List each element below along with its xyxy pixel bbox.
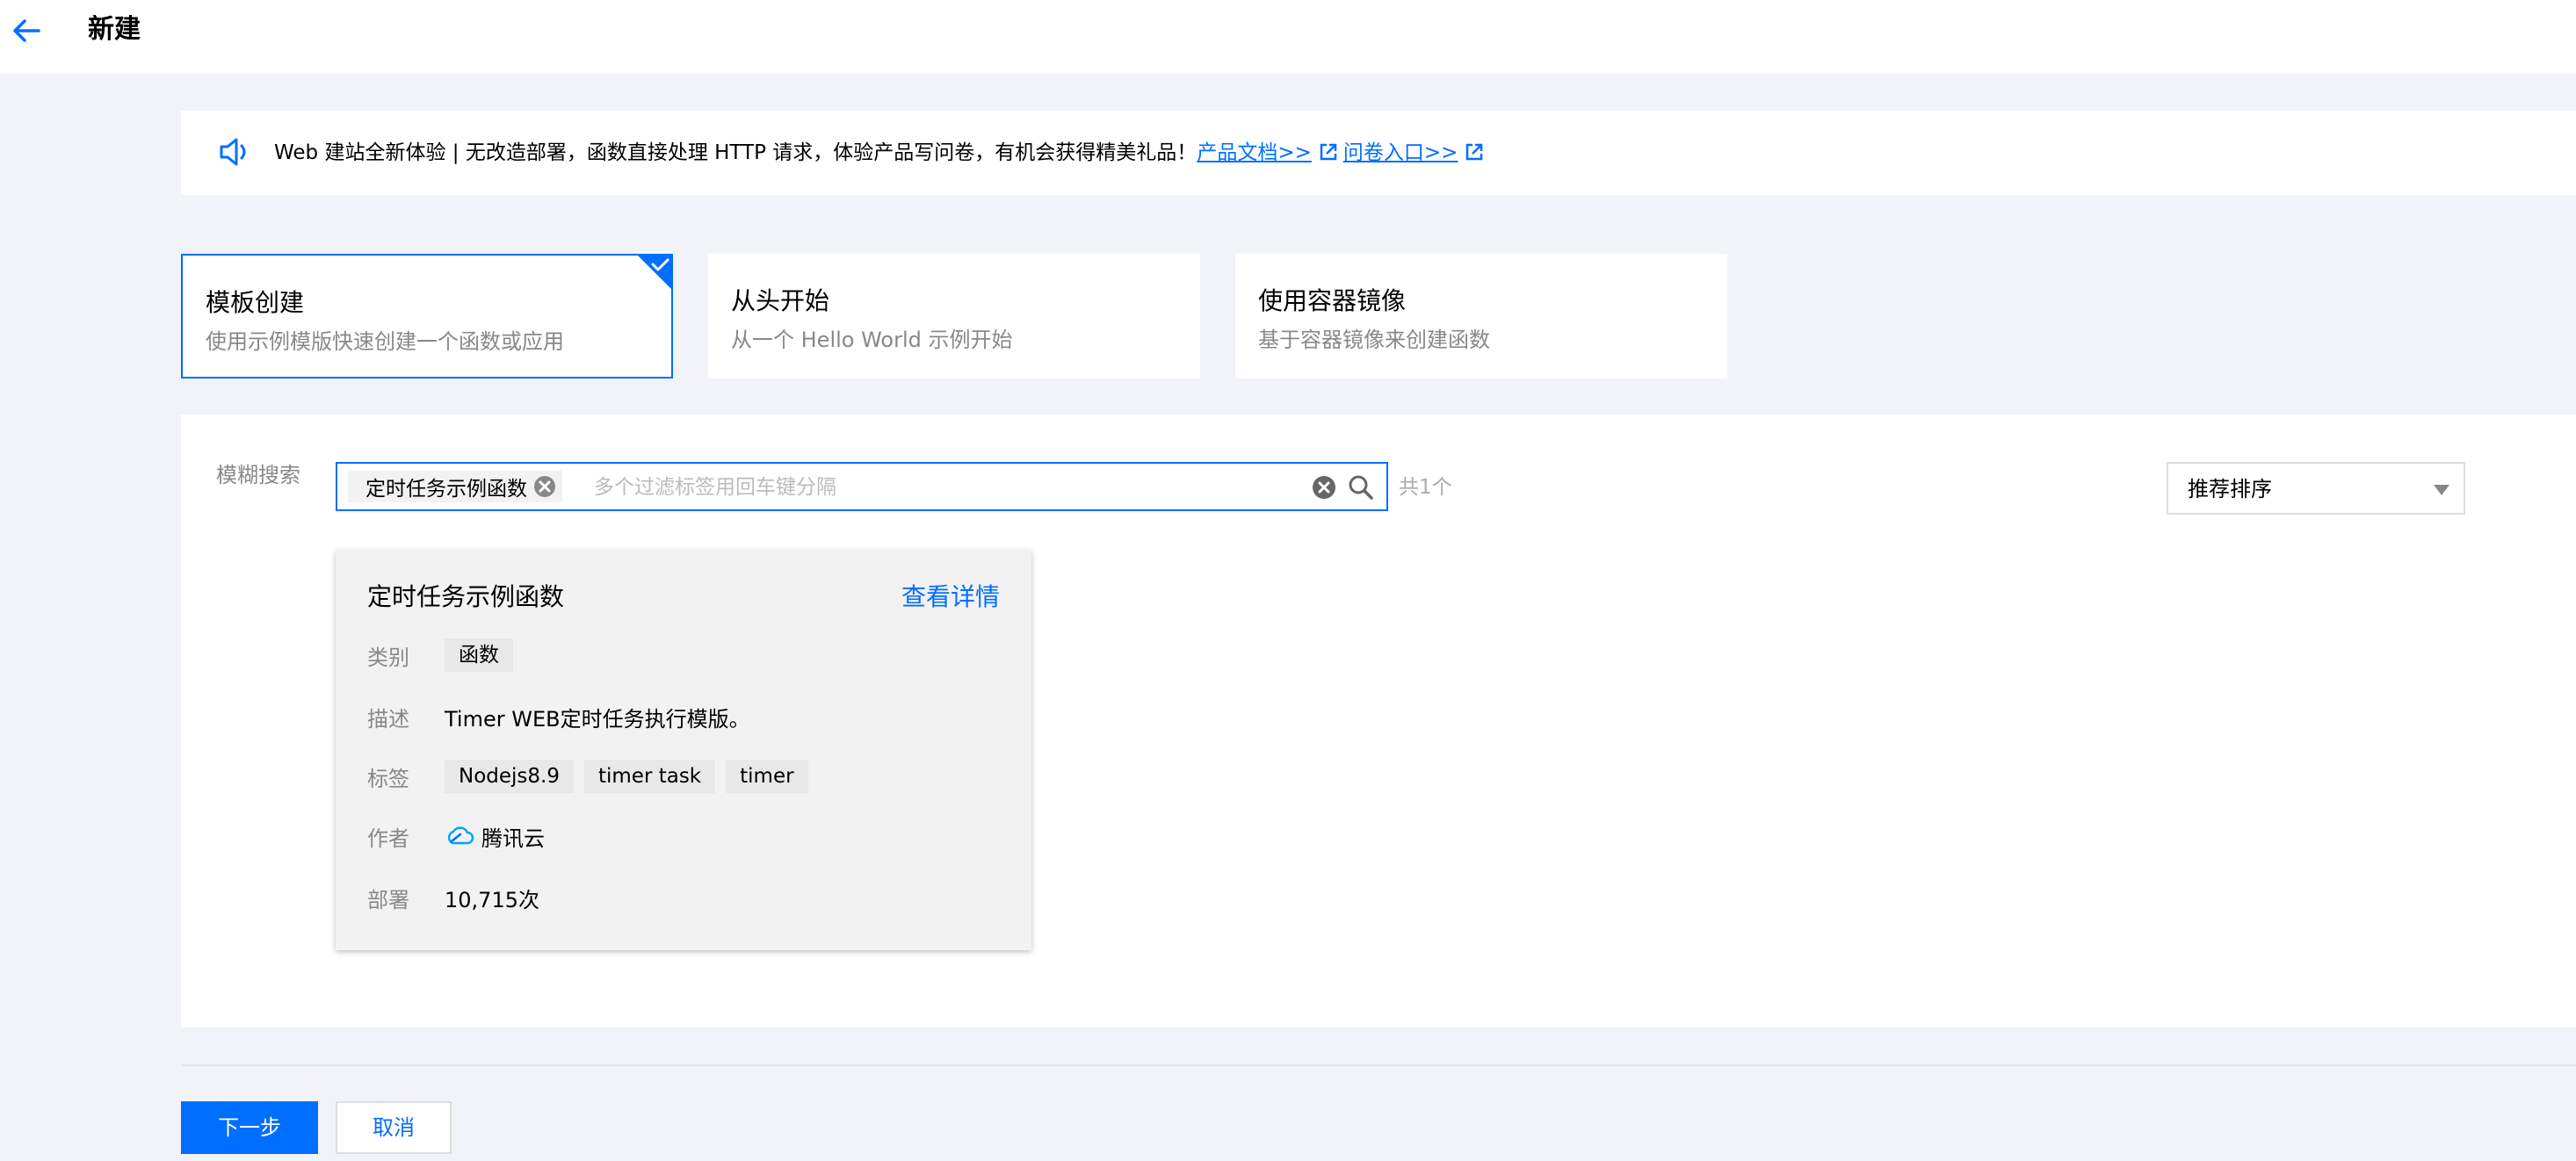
- template-card[interactable]: 定时任务示例函数 查看详情 类别 函数 描述 Timer WEB定时任务执行模版…: [336, 550, 1031, 950]
- mode-card-scratch[interactable]: 从头开始 从一个 Hello World 示例开始: [708, 254, 1200, 379]
- speaker-icon: [220, 138, 246, 166]
- category-row: 类别 函数: [367, 638, 524, 673]
- view-details-link[interactable]: 查看详情: [901, 580, 1000, 615]
- sort-select[interactable]: 推荐排序: [2167, 462, 2465, 515]
- filter-tag-label: 定时任务示例函数: [365, 478, 527, 501]
- check-corner-icon: [636, 254, 673, 291]
- footer-divider: [181, 1064, 2576, 1066]
- mode-card-container-image[interactable]: 使用容器镜像 基于容器镜像来创建函数: [1235, 254, 1727, 379]
- author-row: 作者 腾讯云: [367, 818, 545, 854]
- survey-link[interactable]: 问卷入口>>: [1343, 141, 1458, 164]
- next-button[interactable]: 下一步: [181, 1101, 318, 1154]
- mode-desc: 使用示例模版快速创建一个函数或应用: [206, 329, 564, 354]
- search-icon[interactable]: [1348, 474, 1374, 501]
- sort-value: 推荐排序: [2188, 477, 2272, 501]
- search-box[interactable]: 定时任务示例函数: [336, 462, 1388, 511]
- search-label: 模糊搜索: [216, 463, 300, 487]
- template-name: 定时任务示例函数: [367, 582, 565, 611]
- category-label: 类别: [367, 645, 409, 670]
- category-badge: 函数: [445, 638, 513, 672]
- external-link-icon[interactable]: [1319, 142, 1338, 162]
- author-label: 作者: [367, 826, 409, 851]
- tags-label: 标签: [367, 766, 409, 791]
- mode-desc: 从一个 Hello World 示例开始: [731, 328, 1013, 352]
- tag-pill: Nodejs8.9: [445, 760, 574, 793]
- page-title: 新建: [88, 14, 141, 45]
- docs-link[interactable]: 产品文档>>: [1197, 141, 1312, 164]
- tag-pill: timer task: [583, 760, 716, 793]
- mode-card-template[interactable]: 模板创建 使用示例模版快速创建一个函数或应用: [181, 254, 673, 379]
- search-input[interactable]: [592, 471, 1281, 504]
- arrow-left-icon[interactable]: [11, 18, 42, 44]
- deploy-count: 10,715次: [445, 887, 539, 912]
- cancel-button[interactable]: 取消: [336, 1101, 452, 1154]
- notice-text: Web 建站全新体验 | 无改造部署，函数直接处理 HTTP 请求，体验产品写问…: [274, 141, 1198, 164]
- mode-title: 使用容器镜像: [1258, 286, 1407, 315]
- deploy-label: 部署: [367, 887, 409, 912]
- clear-icon[interactable]: [1311, 474, 1337, 501]
- chevron-down-icon: [2434, 485, 2449, 495]
- remove-tag-icon[interactable]: [532, 474, 557, 499]
- mode-desc: 基于容器镜像来创建函数: [1258, 328, 1490, 352]
- tag-pill: timer: [726, 760, 808, 793]
- template-panel: 模糊搜索 定时任务示例函数 共1个 推荐排序 定时任务示例函数 查看详情 类别: [181, 415, 2576, 1028]
- mode-title: 模板创建: [206, 288, 305, 317]
- result-count: 共1个: [1399, 476, 1452, 499]
- desc-row: 描述 Timer WEB定时任务执行模版。: [367, 699, 750, 734]
- author-value: 腾讯云: [481, 826, 545, 851]
- cloud-icon: [447, 826, 474, 845]
- desc-label: 描述: [367, 706, 409, 732]
- external-link-icon[interactable]: [1465, 142, 1484, 162]
- mode-title: 从头开始: [731, 286, 830, 315]
- desc-value: Timer WEB定时任务执行模版。: [445, 706, 750, 732]
- tags-row: 标签 Nodejs8.9 timer task timer: [367, 759, 819, 794]
- top-bar: 新建: [0, 0, 2576, 74]
- deploy-row: 部署 10,715次: [367, 880, 539, 915]
- notice-banner: Web 建站全新体验 | 无改造部署，函数直接处理 HTTP 请求，体验产品写问…: [181, 111, 2576, 195]
- notice-text-row: Web 建站全新体验 | 无改造部署，函数直接处理 HTTP 请求，体验产品写问…: [274, 138, 1489, 168]
- filter-tag: 定时任务示例函数: [348, 471, 562, 502]
